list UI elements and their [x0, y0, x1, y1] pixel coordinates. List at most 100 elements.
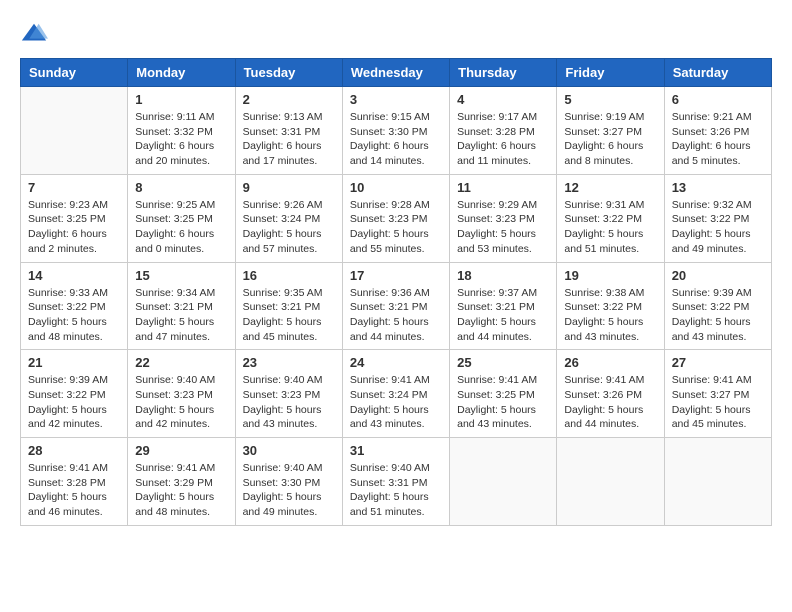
calendar-week-row: 7 Sunrise: 9:23 AMSunset: 3:25 PMDaylight…: [21, 174, 772, 262]
calendar-header-row: SundayMondayTuesdayWednesdayThursdayFrid…: [21, 59, 772, 87]
calendar-day-header: Monday: [128, 59, 235, 87]
calendar-cell: 3 Sunrise: 9:15 AMSunset: 3:30 PMDaylight…: [342, 87, 449, 175]
calendar-cell: [664, 438, 771, 526]
day-info: Sunrise: 9:41 AMSunset: 3:24 PMDaylight:…: [350, 373, 442, 432]
calendar-cell: 27 Sunrise: 9:41 AMSunset: 3:27 PMDayligh…: [664, 350, 771, 438]
day-number: 11: [457, 180, 549, 195]
calendar-week-row: 21 Sunrise: 9:39 AMSunset: 3:22 PMDayligh…: [21, 350, 772, 438]
day-number: 19: [564, 268, 656, 283]
day-info: Sunrise: 9:41 AMSunset: 3:29 PMDaylight:…: [135, 461, 227, 520]
day-number: 22: [135, 355, 227, 370]
day-info: Sunrise: 9:21 AMSunset: 3:26 PMDaylight:…: [672, 110, 764, 169]
day-number: 31: [350, 443, 442, 458]
day-number: 23: [243, 355, 335, 370]
day-number: 27: [672, 355, 764, 370]
day-info: Sunrise: 9:40 AMSunset: 3:23 PMDaylight:…: [243, 373, 335, 432]
calendar-cell: 2Sunrise: 9:13 AMSunset: 3:31 PMDaylight…: [235, 87, 342, 175]
day-info: Sunrise: 9:39 AMSunset: 3:22 PMDaylight:…: [672, 286, 764, 345]
day-info: Sunrise: 9:39 AMSunset: 3:22 PMDaylight:…: [28, 373, 120, 432]
day-number: 10: [350, 180, 442, 195]
day-info: Sunrise: 9:40 AMSunset: 3:30 PMDaylight:…: [243, 461, 335, 520]
day-number: 12: [564, 180, 656, 195]
day-info: Sunrise: 9:40 AMSunset: 3:23 PMDaylight:…: [135, 373, 227, 432]
calendar-cell: 23 Sunrise: 9:40 AMSunset: 3:23 PMDayligh…: [235, 350, 342, 438]
day-number: 30: [243, 443, 335, 458]
calendar-cell: 20 Sunrise: 9:39 AMSunset: 3:22 PMDayligh…: [664, 262, 771, 350]
day-info: Sunrise: 9:28 AMSunset: 3:23 PMDaylight:…: [350, 198, 442, 257]
day-number: 5: [564, 92, 656, 107]
calendar-cell: 15 Sunrise: 9:34 AMSunset: 3:21 PMDayligh…: [128, 262, 235, 350]
day-info: Sunrise: 9:41 AMSunset: 3:25 PMDaylight:…: [457, 373, 549, 432]
calendar-cell: 22 Sunrise: 9:40 AMSunset: 3:23 PMDayligh…: [128, 350, 235, 438]
calendar-cell: 5 Sunrise: 9:19 AMSunset: 3:27 PMDaylight…: [557, 87, 664, 175]
calendar-cell: 18 Sunrise: 9:37 AMSunset: 3:21 PMDayligh…: [450, 262, 557, 350]
day-number: 26: [564, 355, 656, 370]
day-info: Sunrise: 9:40 AMSunset: 3:31 PMDaylight:…: [350, 461, 442, 520]
day-number: 15: [135, 268, 227, 283]
day-number: 21: [28, 355, 120, 370]
calendar-table: SundayMondayTuesdayWednesdayThursdayFrid…: [20, 58, 772, 526]
logo-icon: [20, 20, 48, 48]
day-info: Sunrise: 9:26 AMSunset: 3:24 PMDaylight:…: [243, 198, 335, 257]
day-number: 16: [243, 268, 335, 283]
day-info: Sunrise: 9:36 AMSunset: 3:21 PMDaylight:…: [350, 286, 442, 345]
day-info: Sunrise: 9:17 AMSunset: 3:28 PMDaylight:…: [457, 110, 549, 169]
day-number: 14: [28, 268, 120, 283]
day-number: 28: [28, 443, 120, 458]
day-number: 20: [672, 268, 764, 283]
day-number: 13: [672, 180, 764, 195]
calendar-cell: 10 Sunrise: 9:28 AMSunset: 3:23 PMDayligh…: [342, 174, 449, 262]
day-number: 9: [243, 180, 335, 195]
day-info: Sunrise: 9:41 AMSunset: 3:26 PMDaylight:…: [564, 373, 656, 432]
day-info: Sunrise: 9:34 AMSunset: 3:21 PMDaylight:…: [135, 286, 227, 345]
calendar-cell: 30 Sunrise: 9:40 AMSunset: 3:30 PMDayligh…: [235, 438, 342, 526]
calendar-day-header: Sunday: [21, 59, 128, 87]
calendar-cell: 29Sunrise: 9:41 AMSunset: 3:29 PMDayligh…: [128, 438, 235, 526]
calendar-cell: 13Sunrise: 9:32 AMSunset: 3:22 PMDayligh…: [664, 174, 771, 262]
calendar-day-header: Wednesday: [342, 59, 449, 87]
day-info: Sunrise: 9:37 AMSunset: 3:21 PMDaylight:…: [457, 286, 549, 345]
calendar-day-header: Thursday: [450, 59, 557, 87]
day-info: Sunrise: 9:11 AMSunset: 3:32 PMDaylight:…: [135, 110, 227, 169]
day-number: 7: [28, 180, 120, 195]
calendar-cell: 6 Sunrise: 9:21 AMSunset: 3:26 PMDaylight…: [664, 87, 771, 175]
day-info: Sunrise: 9:25 AMSunset: 3:25 PMDaylight:…: [135, 198, 227, 257]
calendar-day-header: Tuesday: [235, 59, 342, 87]
day-info: Sunrise: 9:23 AMSunset: 3:25 PMDaylight:…: [28, 198, 120, 257]
day-number: 3: [350, 92, 442, 107]
page-header: [20, 20, 772, 48]
day-info: Sunrise: 9:15 AMSunset: 3:30 PMDaylight:…: [350, 110, 442, 169]
calendar-cell: [557, 438, 664, 526]
day-number: 6: [672, 92, 764, 107]
calendar-week-row: 28 Sunrise: 9:41 AMSunset: 3:28 PMDayligh…: [21, 438, 772, 526]
calendar-cell: 11 Sunrise: 9:29 AMSunset: 3:23 PMDayligh…: [450, 174, 557, 262]
day-number: 24: [350, 355, 442, 370]
calendar-week-row: 1 Sunrise: 9:11 AMSunset: 3:32 PMDaylight…: [21, 87, 772, 175]
day-info: Sunrise: 9:41 AMSunset: 3:28 PMDaylight:…: [28, 461, 120, 520]
calendar-cell: 24 Sunrise: 9:41 AMSunset: 3:24 PMDayligh…: [342, 350, 449, 438]
day-info: Sunrise: 9:31 AMSunset: 3:22 PMDaylight:…: [564, 198, 656, 257]
calendar-week-row: 14Sunrise: 9:33 AMSunset: 3:22 PMDayligh…: [21, 262, 772, 350]
day-info: Sunrise: 9:35 AMSunset: 3:21 PMDaylight:…: [243, 286, 335, 345]
day-number: 1: [135, 92, 227, 107]
day-info: Sunrise: 9:29 AMSunset: 3:23 PMDaylight:…: [457, 198, 549, 257]
day-number: 17: [350, 268, 442, 283]
calendar-day-header: Saturday: [664, 59, 771, 87]
calendar-cell: 7 Sunrise: 9:23 AMSunset: 3:25 PMDaylight…: [21, 174, 128, 262]
calendar-cell: 4 Sunrise: 9:17 AMSunset: 3:28 PMDaylight…: [450, 87, 557, 175]
calendar-day-header: Friday: [557, 59, 664, 87]
day-number: 2: [243, 92, 335, 107]
calendar-cell: 21 Sunrise: 9:39 AMSunset: 3:22 PMDayligh…: [21, 350, 128, 438]
calendar-cell: [21, 87, 128, 175]
calendar-cell: 25Sunrise: 9:41 AMSunset: 3:25 PMDayligh…: [450, 350, 557, 438]
calendar-cell: 9 Sunrise: 9:26 AMSunset: 3:24 PMDaylight…: [235, 174, 342, 262]
calendar-cell: 28 Sunrise: 9:41 AMSunset: 3:28 PMDayligh…: [21, 438, 128, 526]
day-info: Sunrise: 9:19 AMSunset: 3:27 PMDaylight:…: [564, 110, 656, 169]
day-number: 4: [457, 92, 549, 107]
day-info: Sunrise: 9:41 AMSunset: 3:27 PMDaylight:…: [672, 373, 764, 432]
calendar-cell: 12 Sunrise: 9:31 AMSunset: 3:22 PMDayligh…: [557, 174, 664, 262]
calendar-cell: 26 Sunrise: 9:41 AMSunset: 3:26 PMDayligh…: [557, 350, 664, 438]
logo: [20, 20, 52, 48]
day-number: 18: [457, 268, 549, 283]
calendar-cell: 16 Sunrise: 9:35 AMSunset: 3:21 PMDayligh…: [235, 262, 342, 350]
